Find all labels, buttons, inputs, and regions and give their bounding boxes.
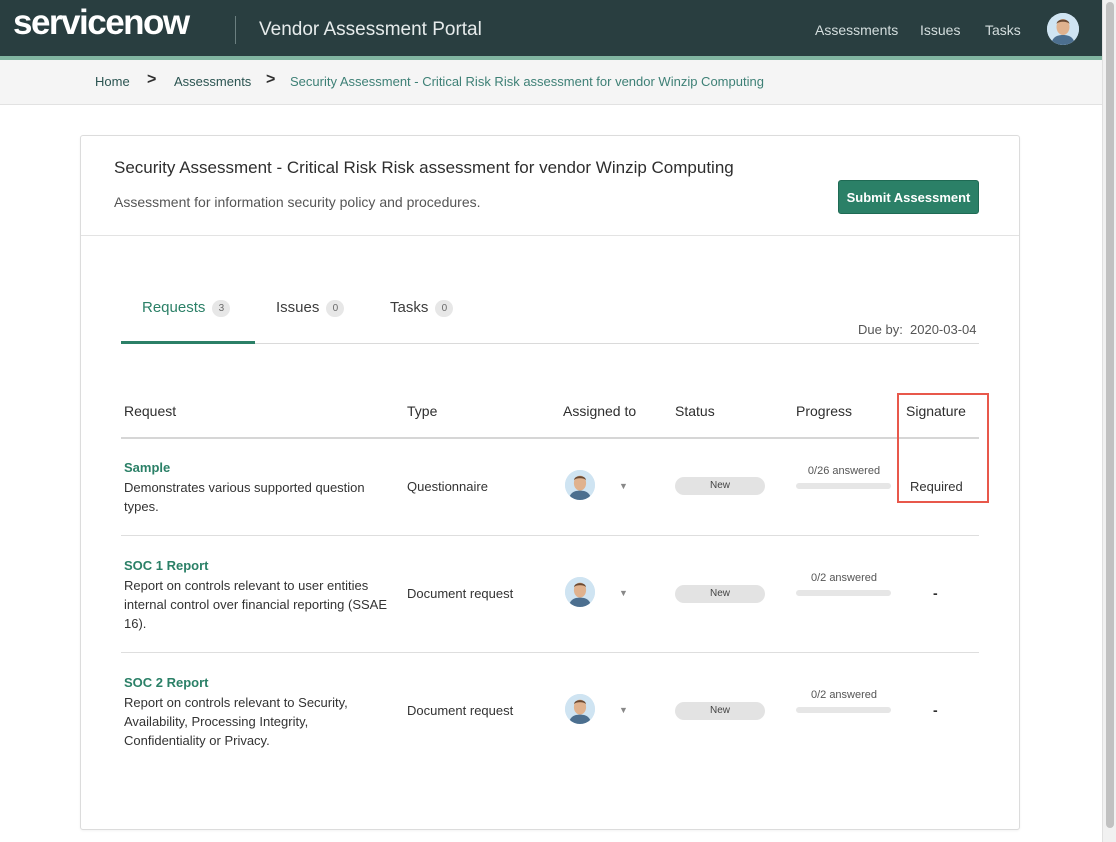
table-header-divider [121,437,979,439]
assignee-avatar[interactable] [565,470,595,500]
progress-text: 0/26 answered [807,465,881,477]
signature-value: - [933,585,938,601]
due-date: 2020-03-04 [910,322,977,337]
breadcrumb: Home > Assessments > Security Assessment… [0,60,1102,105]
assessment-title: Security Assessment - Critical Risk Risk… [114,158,734,177]
assessment-card-header: Security Assessment - Critical Risk Risk… [81,136,1019,236]
status-badge: New [675,702,765,720]
request-name-link[interactable]: SOC 2 Report [124,675,209,690]
caret-down-icon[interactable]: ▼ [619,481,628,491]
tab-label: Requests [142,299,206,316]
column-header-type: Type [407,403,438,419]
signature-value: - [933,702,938,718]
tab-count-badge: 3 [212,299,231,317]
assessment-card: Security Assessment - Critical Risk Risk… [80,135,1020,830]
row-divider [121,652,979,653]
progress-bar [796,707,891,713]
user-avatar-icon [1047,13,1079,45]
request-description: Report on controls relevant to Security,… [124,695,348,748]
active-tab-indicator [121,341,255,344]
due-label: Due by: [858,322,903,337]
tab-requests[interactable]: Requests 3 [142,299,231,317]
signature-highlight-box [897,393,989,503]
assessment-subtitle: Assessment for information security poli… [114,194,481,210]
status-badge: New [675,585,765,603]
column-header-progress: Progress [796,403,853,419]
tab-tasks[interactable]: Tasks 0 [390,299,454,317]
column-header-assigned-to: Assigned to [563,403,637,419]
page-scrollbar[interactable] [1102,0,1116,842]
column-header-request: Request [124,403,177,419]
breadcrumb-assessments[interactable]: Assessments [174,74,251,89]
request-type: Questionnaire [407,479,488,494]
assignee-avatar-icon [565,577,595,607]
nav-assessments[interactable]: Assessments [815,22,898,38]
chevron-right-icon: > [147,71,157,88]
assignee-avatar[interactable] [565,577,595,607]
tab-label: Issues [276,299,320,316]
assignee-avatar-icon [565,470,595,500]
progress-text: 0/2 answered [810,572,878,584]
portal-title: Vendor Assessment Portal [259,19,482,40]
tab-count-badge: 0 [435,299,454,317]
breadcrumb-current: Security Assessment - Critical Risk Risk… [290,74,764,89]
submit-assessment-button[interactable]: Submit Assessment [838,180,979,214]
assignee-avatar[interactable] [565,694,595,724]
tab-count-badge: 0 [326,299,345,317]
scrollbar-thumb[interactable] [1106,2,1114,828]
status-badge: New [675,477,765,495]
breadcrumb-home[interactable]: Home [95,74,130,89]
progress-bar [796,483,891,489]
header-divider [235,16,236,44]
progress-bar [796,590,891,596]
request-type: Document request [407,586,514,601]
logo-text: servicenow [13,3,190,42]
servicenow-logo[interactable]: servicenow [13,3,190,43]
request-name-link[interactable]: SOC 1 Report [124,558,209,573]
caret-down-icon[interactable]: ▼ [619,705,628,715]
chevron-right-icon: > [266,71,276,88]
nav-issues[interactable]: Issues [920,22,960,38]
caret-down-icon[interactable]: ▼ [619,588,628,598]
tab-label: Tasks [390,299,429,316]
user-avatar[interactable] [1047,13,1079,45]
request-description: Demonstrates various supported question … [124,480,365,514]
request-name-link[interactable]: Sample [124,460,170,475]
request-description: Report on controls relevant to user enti… [124,578,388,631]
column-header-status: Status [675,403,715,419]
request-type: Document request [407,703,514,718]
tab-issues[interactable]: Issues 0 [276,299,345,317]
assignee-avatar-icon [565,694,595,724]
top-header: servicenow Vendor Assessment Portal Asse… [0,0,1102,60]
progress-text: 0/2 answered [810,689,878,701]
nav-tasks[interactable]: Tasks [985,22,1021,38]
row-divider [121,535,979,536]
